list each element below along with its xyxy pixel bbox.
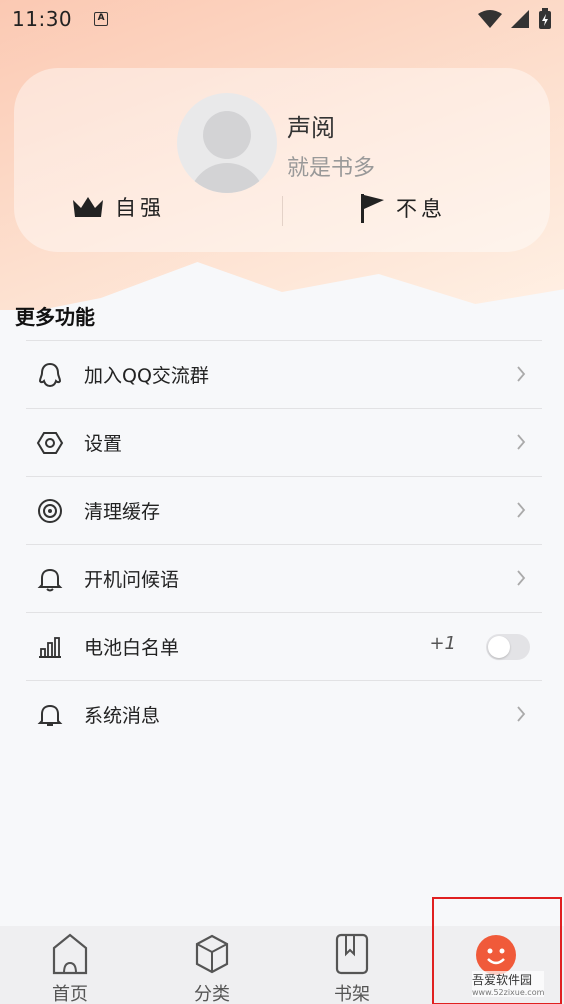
menu-item-battery-whitelist[interactable]: 电池白名单 +1 — [26, 612, 542, 680]
book-icon — [335, 933, 369, 975]
nav-label: 分类 — [194, 984, 230, 1004]
nav-bookshelf[interactable]: 书架 — [307, 926, 397, 1004]
watermark-text: 吾爱软件园 www.52zixue.com — [472, 971, 545, 997]
menu-item-qq-group[interactable]: 加入QQ交流群 — [26, 340, 542, 408]
profile-subtitle: 就是书多 — [287, 156, 376, 181]
stat-left-label: 自强 — [115, 196, 165, 220]
bell-icon — [26, 701, 74, 729]
status-time: 11:30 — [12, 7, 73, 31]
bar-chart-icon — [26, 633, 74, 661]
battery-whitelist-toggle[interactable] — [486, 634, 530, 660]
menu-item-label: 电池白名单 — [84, 637, 180, 659]
plus-one-badge: +1 — [429, 633, 456, 654]
chevron-right-icon — [517, 434, 526, 450]
target-icon — [26, 497, 74, 525]
nav-home[interactable]: 首页 — [25, 926, 115, 1004]
wifi-icon — [478, 10, 502, 28]
profile-name: 声阅 — [287, 114, 335, 142]
stat-divider — [282, 196, 283, 226]
hexagon-settings-icon — [26, 429, 74, 457]
cube-icon — [195, 934, 229, 974]
menu-item-system-messages[interactable]: 系统消息 — [26, 680, 542, 748]
chevron-right-icon — [517, 502, 526, 518]
menu-item-label: 系统消息 — [84, 705, 161, 727]
flag-icon — [358, 192, 386, 224]
crown-icon — [71, 194, 105, 220]
nav-mine[interactable]: 吾爱软件园 www.52zixue.com — [432, 897, 562, 1004]
stat-right: 不息 — [358, 192, 446, 224]
menu-item-greeting[interactable]: 开机问候语 — [26, 544, 542, 612]
menu-item-settings[interactable]: 设置 — [26, 408, 542, 476]
profile-card: 声阅 就是书多 自强 不息 — [14, 68, 550, 252]
avatar[interactable] — [177, 93, 277, 193]
menu-item-label: 设置 — [84, 433, 123, 455]
chevron-right-icon — [517, 366, 526, 382]
nav-label: 首页 — [52, 984, 88, 1004]
nav-category[interactable]: 分类 — [167, 926, 257, 1004]
bottom-nav: 首页 分类 书架 吾爱软件园 www.52zixue.com — [0, 897, 564, 1004]
nav-label: 书架 — [334, 984, 370, 1004]
signal-icon — [511, 10, 529, 28]
qq-icon — [26, 361, 74, 389]
home-icon — [52, 933, 88, 975]
stat-right-label: 不息 — [396, 197, 446, 221]
notification-icon: A — [94, 12, 109, 26]
chevron-right-icon — [517, 570, 526, 586]
mine-face-icon — [476, 935, 516, 975]
section-title: 更多功能 — [15, 305, 95, 329]
menu-item-label: 加入QQ交流群 — [84, 365, 209, 387]
battery-icon — [539, 8, 551, 29]
status-bar: 11:30 A — [0, 0, 564, 38]
menu-item-clear-cache[interactable]: 清理缓存 — [26, 476, 542, 544]
menu-item-label: 清理缓存 — [84, 501, 161, 523]
chevron-right-icon — [517, 706, 526, 722]
stat-left: 自强 — [71, 192, 165, 222]
bell-icon — [26, 565, 74, 593]
more-menu: 加入QQ交流群 设置 清理缓存 开机问候语 电池白名单 +1 系统消息 — [26, 340, 542, 748]
menu-item-label: 开机问候语 — [84, 569, 180, 591]
